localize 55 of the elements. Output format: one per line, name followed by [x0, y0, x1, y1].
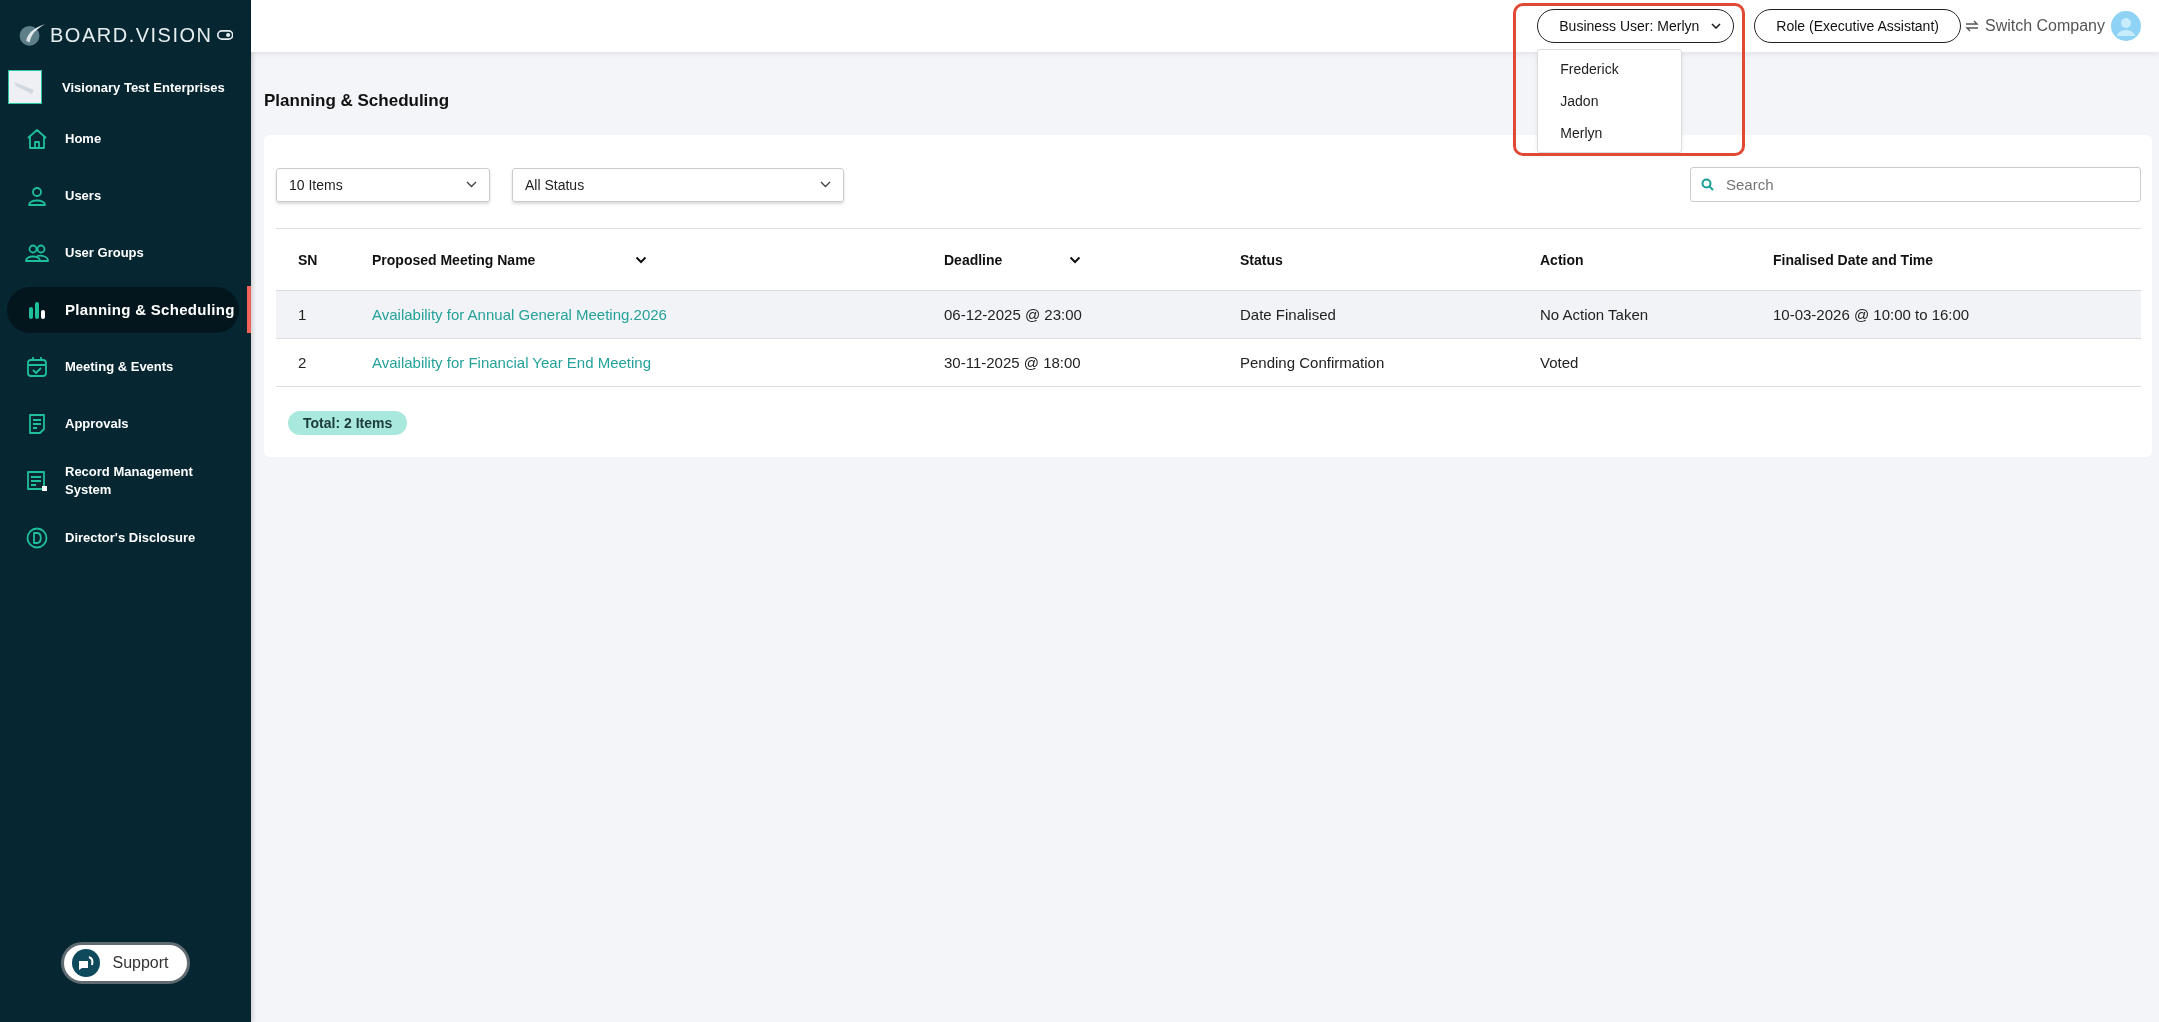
nav-item[interactable]: Users — [7, 172, 239, 219]
search-field[interactable]: Search — [1690, 167, 2141, 202]
page-title: Planning & Scheduling — [264, 91, 450, 111]
serial-number-cell: 2 — [298, 354, 307, 371]
status-cell: Date Finalised — [1240, 306, 1336, 323]
status-cell: Pending Confirmation — [1240, 354, 1385, 371]
nav-item[interactable]: Planning & Scheduling — [7, 286, 239, 333]
action-cell: No Action Taken — [1540, 306, 1649, 323]
nav-item[interactable]: Director's Disclosure — [7, 514, 239, 561]
logo-text: BOARD.VISION — [50, 23, 213, 47]
chevron-down-icon — [1711, 23, 1722, 29]
search-input[interactable]: Search — [1724, 175, 2130, 194]
toggle-icon[interactable] — [216, 29, 233, 41]
deadline-cell: 30-11-2025 @ 18:00 — [944, 354, 1081, 371]
company-name: Visionary Test Enterprises — [62, 79, 225, 95]
nav-item[interactable]: Meeting & Events — [7, 343, 239, 390]
chevron-down-icon — [466, 181, 477, 188]
nav-item[interactable]: Record Management System — [7, 457, 239, 504]
page-size-dropdown[interactable]: 10 Items — [276, 167, 490, 202]
company-logo-icon — [8, 70, 42, 104]
column-header: Finalised Date and Time — [1772, 251, 1934, 268]
sort-chevron-icon[interactable] — [1069, 255, 1081, 264]
menu-item[interactable]: Merlyn — [1538, 117, 1682, 149]
table-row[interactable]: 2 Availability for Financial Year End Meeting 30-11-2025 @ 18:00 Pending Confirmation Voted — [276, 339, 2141, 387]
nav-item[interactable]: User Groups — [7, 229, 239, 276]
menu-item[interactable]: Jadon — [1538, 85, 1682, 117]
sort-chevron-icon[interactable] — [635, 255, 647, 264]
column-header: SN — [297, 251, 319, 268]
action-cell: Voted — [1540, 354, 1579, 371]
role-button[interactable]: Role (Executive Assistant) — [1754, 9, 1961, 43]
swap-arrows-icon — [1964, 19, 1979, 33]
column-header[interactable]: Deadline — [922, 251, 1218, 268]
status-dropdown[interactable]: All Status — [512, 167, 844, 202]
column-header[interactable]: Proposed Meeting Name — [350, 251, 922, 268]
table-row[interactable]: 1 Availability for Annual General Meeting.2026 06-12-2025 @ 23:00 Date Finalised No Action Taken 10-03-2026 @ 10:00 to 16:00 — [276, 291, 2141, 339]
nav-item[interactable]: Home — [7, 115, 239, 162]
column-header: Status — [1239, 251, 1284, 268]
business-user-dropdown[interactable]: Business User: Merlyn — [1537, 9, 1735, 43]
calendar-check-icon — [25, 354, 49, 379]
home-icon — [25, 126, 49, 151]
finalised-date-cell: 10-03-2026 @ 10:00 to 16:00 — [1773, 306, 1970, 323]
file-icon — [25, 468, 49, 493]
chevron-down-icon — [820, 181, 831, 188]
column-header: Action — [1539, 251, 1585, 268]
total-badge: Total: 2 Items — [288, 411, 408, 435]
menu-item[interactable]: Frederick — [1538, 53, 1682, 85]
serial-number-cell: 1 — [298, 306, 307, 323]
nav-item[interactable]: Approvals — [7, 400, 239, 447]
switch-company-link[interactable]: Switch Company — [1964, 17, 2105, 35]
letter-d-icon — [25, 525, 49, 550]
active-indicator — [247, 286, 251, 333]
deadline-cell: 06-12-2025 @ 23:00 — [944, 306, 1082, 323]
chat-icon — [72, 949, 101, 977]
support-button[interactable]: Support — [61, 942, 190, 984]
search-icon — [1701, 178, 1714, 191]
